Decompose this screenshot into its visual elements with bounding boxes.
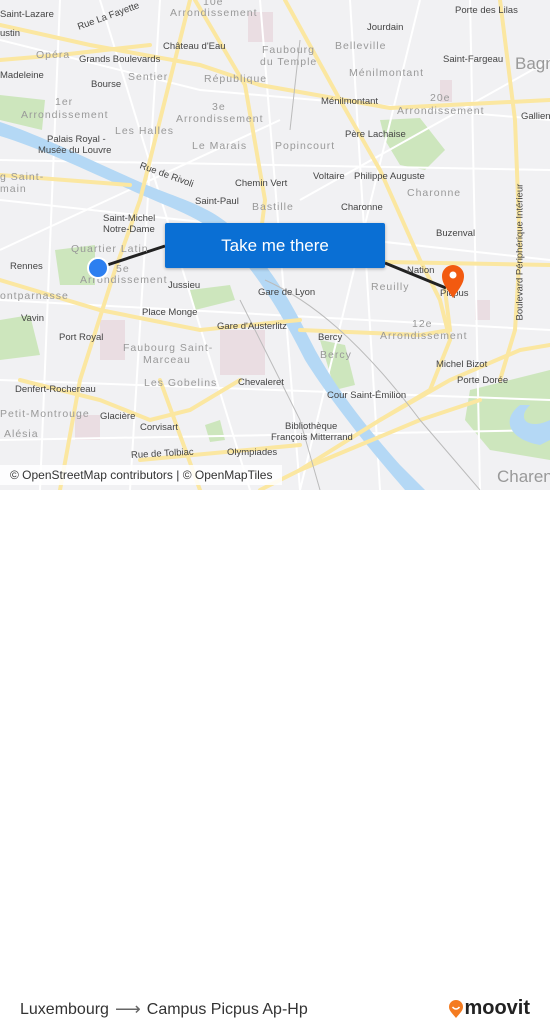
place-label: Chemin Vert	[235, 178, 288, 189]
district-label: Opéra	[36, 49, 71, 61]
district-label: Le Marais	[192, 140, 248, 152]
district-label: Reuilly	[371, 281, 410, 293]
district-label: du Temple	[260, 56, 318, 68]
place-label: Place Monge	[142, 307, 198, 318]
district-label: Bagn	[515, 54, 550, 73]
place-label: Picpus	[440, 288, 469, 299]
district-label: Faubourg Saint-	[123, 342, 214, 354]
place-label: Nation	[407, 265, 435, 276]
place-label: Boulevard Périphérique Intérieur	[514, 183, 526, 321]
district-label: Les Halles	[115, 125, 175, 137]
place-label: Grands Boulevards	[79, 54, 161, 65]
take-me-there-button[interactable]: Take me there	[165, 223, 385, 268]
brand-name: moovit	[464, 997, 530, 1019]
map[interactable]: Saint-Lazare Rue La Fayette 10e Arrondissem…	[0, 0, 550, 490]
district-label: Alésia	[4, 428, 39, 440]
district-label: Ménilmontant	[349, 67, 425, 79]
place-label: Jussieu	[168, 280, 201, 291]
place-label: Ménilmontant	[321, 96, 379, 107]
arrow-right-icon: ⟶	[114, 999, 141, 1019]
place-label: Charonne	[341, 202, 383, 213]
district-label: Marceau	[143, 354, 191, 366]
district-label: Arrondissement	[380, 330, 468, 342]
place-label: Saint-Paul	[195, 196, 239, 207]
district-label: Sentier	[128, 71, 169, 83]
district-label: Arrondissement	[176, 113, 264, 125]
district-label: Belleville	[335, 40, 387, 52]
place-label: Bibliothèque	[285, 421, 338, 432]
district-label: Bercy	[320, 349, 352, 361]
place-label: Château d'Eau	[163, 41, 226, 52]
district-label: Les Gobelins	[144, 377, 218, 389]
place-label: Saint-Lazare	[0, 9, 54, 20]
place-label: Saint-Fargeau	[443, 54, 504, 65]
district-label: Arrondissement	[397, 105, 485, 117]
district-label: Faubourg	[262, 44, 315, 56]
place-label: Madeleine	[0, 70, 44, 81]
district-label: Arrondissement	[21, 109, 109, 121]
place-label: Chevaleret	[238, 377, 284, 388]
place-label: Bourse	[91, 79, 122, 90]
district-label: Arrondissement	[170, 7, 258, 19]
place-label: Voltaire	[313, 171, 345, 182]
district-label: 20e	[430, 92, 451, 104]
place-label: Glacière	[100, 411, 136, 422]
place-label: Père Lachaise	[345, 129, 406, 140]
district-label: Charen	[497, 467, 550, 486]
place-label: Port Royal	[59, 332, 104, 343]
place-label: Buzenval	[436, 228, 476, 239]
district-label: Popincourt	[275, 140, 336, 152]
district-label: République	[204, 73, 268, 85]
place-label: Corvisart	[140, 422, 179, 433]
place-label: Porte des Lilas	[455, 5, 518, 16]
place-label: Bercy	[318, 332, 343, 343]
place-label: Musée du Louvre	[38, 145, 112, 156]
place-label: Cour Saint-Émilion	[327, 390, 407, 401]
place-label: Notre-Dame	[103, 224, 155, 235]
district-label: 1er	[55, 96, 74, 108]
place-label: Olympiades	[227, 447, 278, 458]
district-label: Quartier Latin	[71, 243, 149, 255]
origin-name: Luxembourg	[20, 1000, 109, 1018]
district-label: g Saint-	[0, 171, 45, 183]
place-label: Rennes	[10, 261, 43, 272]
moovit-pin-icon	[449, 999, 464, 1018]
place-label: ustin	[0, 28, 21, 39]
place-label: Philippe Auguste	[354, 171, 425, 182]
destination-name: Campus Picpus Ap-Hp	[146, 1000, 308, 1018]
footer: Luxembourg ⟶ Campus Picpus Ap-Hp moovit	[0, 490, 550, 1019]
district-label: Charonne	[407, 187, 462, 199]
place-label: Gare d'Austerlitz	[217, 321, 287, 332]
moovit-logo[interactable]: moovit	[449, 997, 530, 1020]
district-label: Petit-Montrouge	[0, 408, 90, 420]
place-label: Jourdain	[367, 22, 404, 33]
district-label: Arrondissement	[80, 274, 168, 286]
district-label: ontparnasse	[0, 290, 69, 302]
district-label: Bastille	[252, 201, 294, 213]
map-attribution[interactable]: © OpenStreetMap contributors | © OpenMap…	[0, 465, 283, 485]
district-label: 12e	[412, 318, 433, 330]
place-label: Palais Royal -	[47, 134, 106, 145]
place-label: Gare de Lyon	[258, 287, 316, 298]
place-label: François Mitterrand	[271, 432, 353, 443]
place-label: Denfert-Rochereau	[15, 384, 96, 395]
route-summary: Luxembourg ⟶ Campus Picpus Ap-Hp	[20, 999, 308, 1020]
place-label: Vavin	[21, 313, 45, 324]
place-label: Saint-Michel	[103, 213, 156, 224]
place-label: Gallien	[521, 111, 550, 122]
district-label: 3e	[212, 101, 226, 113]
district-label: main	[0, 183, 27, 195]
place-label: Michel Bizot	[436, 359, 488, 370]
place-label: Porte Dorée	[457, 375, 509, 386]
